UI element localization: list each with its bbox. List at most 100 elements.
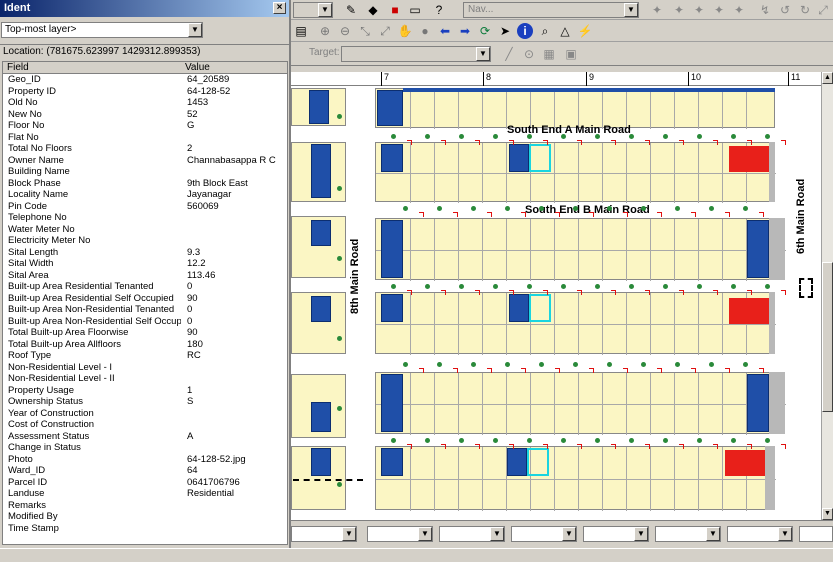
tree-icon[interactable] bbox=[505, 362, 510, 367]
scroll-thumb[interactable] bbox=[822, 262, 833, 412]
table-row[interactable]: New No 52 bbox=[3, 109, 287, 121]
tree-icon[interactable] bbox=[493, 134, 498, 139]
status-combo-6[interactable]: ▼ bbox=[655, 526, 721, 542]
parcel-blue[interactable] bbox=[747, 374, 769, 432]
table-row[interactable]: Locality Name Jayanagar bbox=[3, 189, 287, 201]
tree-icon[interactable] bbox=[459, 284, 464, 289]
status-combo-2[interactable]: ▼ bbox=[367, 526, 433, 542]
tree-icon[interactable] bbox=[391, 438, 396, 443]
parcel-blue[interactable] bbox=[311, 402, 331, 432]
table-row[interactable]: Sital Area 113.46 bbox=[3, 270, 287, 282]
table-row[interactable]: Landuse Residential bbox=[3, 488, 287, 500]
flag-icon[interactable] bbox=[453, 368, 458, 373]
chevron-down-icon[interactable]: ▼ bbox=[562, 527, 576, 541]
tree-icon[interactable] bbox=[505, 206, 510, 211]
flag-icon[interactable] bbox=[441, 140, 446, 145]
tree-icon[interactable] bbox=[337, 482, 342, 487]
tree-icon[interactable] bbox=[403, 206, 408, 211]
sketch-properties-icon[interactable]: ▣ bbox=[563, 46, 579, 62]
table-row[interactable]: Time Stamp bbox=[3, 523, 287, 535]
parcel-blue[interactable] bbox=[509, 294, 529, 322]
back-icon[interactable]: ⬅ bbox=[437, 23, 453, 39]
parcel-blue[interactable] bbox=[509, 144, 529, 172]
fixed-zoom-in-icon[interactable]: ⤡ bbox=[357, 23, 373, 39]
chevron-down-icon[interactable]: ▼ bbox=[706, 527, 720, 541]
table-row[interactable]: Total No Floors 2 bbox=[3, 143, 287, 155]
tool-icon-7[interactable]: ↺ bbox=[777, 2, 793, 18]
tree-icon[interactable] bbox=[675, 206, 680, 211]
status-combo-1[interactable]: ▼ bbox=[291, 526, 357, 542]
flag-icon[interactable] bbox=[419, 368, 424, 373]
flag-icon[interactable] bbox=[623, 212, 628, 217]
parcel-blue[interactable] bbox=[377, 90, 403, 126]
tree-icon[interactable] bbox=[641, 362, 646, 367]
tree-icon[interactable] bbox=[765, 438, 770, 443]
forward-icon[interactable]: ➡ bbox=[457, 23, 473, 39]
parcel-blue[interactable] bbox=[311, 448, 331, 476]
selected-parcel[interactable] bbox=[529, 294, 551, 322]
parcel-blue[interactable] bbox=[381, 374, 403, 432]
table-row[interactable]: Flat No bbox=[3, 132, 287, 144]
flag-icon[interactable] bbox=[543, 290, 548, 295]
tree-icon[interactable] bbox=[731, 438, 736, 443]
close-icon[interactable]: × bbox=[273, 2, 286, 14]
flag-icon[interactable] bbox=[577, 140, 582, 145]
tree-icon[interactable] bbox=[629, 438, 634, 443]
tree-icon[interactable] bbox=[561, 284, 566, 289]
tree-icon[interactable] bbox=[629, 134, 634, 139]
parcel-block[interactable] bbox=[375, 218, 786, 281]
table-row[interactable]: Ownership Status S bbox=[3, 396, 287, 408]
tree-icon[interactable] bbox=[527, 284, 532, 289]
parcel-block[interactable] bbox=[375, 372, 786, 435]
tree-icon[interactable] bbox=[709, 362, 714, 367]
flag-icon[interactable] bbox=[543, 444, 548, 449]
tree-icon[interactable] bbox=[527, 134, 532, 139]
chevron-down-icon[interactable]: ▼ bbox=[490, 527, 504, 541]
flag-icon[interactable] bbox=[419, 212, 424, 217]
tree-icon[interactable] bbox=[663, 134, 668, 139]
tree-icon[interactable] bbox=[573, 206, 578, 211]
tree-icon[interactable] bbox=[697, 438, 702, 443]
flag-icon[interactable] bbox=[441, 290, 446, 295]
table-row[interactable]: Non-Residential Level - I bbox=[3, 362, 287, 374]
table-row[interactable]: Old No 1453 bbox=[3, 97, 287, 109]
tree-icon[interactable] bbox=[391, 134, 396, 139]
status-combo-3[interactable]: ▼ bbox=[439, 526, 505, 542]
table-row[interactable]: Water Meter No bbox=[3, 224, 287, 236]
parcel-blue[interactable] bbox=[309, 90, 329, 124]
table-row[interactable]: Built-up Area Residential Tenanted 0 bbox=[3, 281, 287, 293]
flag-icon[interactable] bbox=[577, 444, 582, 449]
flag-icon[interactable] bbox=[679, 290, 684, 295]
tree-icon[interactable] bbox=[425, 438, 430, 443]
table-row[interactable]: Change in Status bbox=[3, 442, 287, 454]
flag-icon[interactable] bbox=[441, 444, 446, 449]
table-row[interactable]: Floor No G bbox=[3, 120, 287, 132]
parcel-blue[interactable] bbox=[381, 220, 403, 278]
flag-icon[interactable] bbox=[611, 140, 616, 145]
database-icon[interactable]: ■ bbox=[387, 2, 403, 18]
table-row[interactable]: Roof Type RC bbox=[3, 350, 287, 362]
table-row[interactable]: Pin Code 560069 bbox=[3, 201, 287, 213]
flag-icon[interactable] bbox=[781, 444, 786, 449]
flag-icon[interactable] bbox=[691, 212, 696, 217]
tool-icon-1[interactable]: ✦ bbox=[649, 2, 665, 18]
parcel-block[interactable] bbox=[375, 446, 776, 511]
tree-icon[interactable] bbox=[459, 438, 464, 443]
flag-icon[interactable] bbox=[475, 290, 480, 295]
selected-parcel[interactable] bbox=[529, 144, 551, 172]
flag-icon[interactable] bbox=[589, 212, 594, 217]
tree-icon[interactable] bbox=[425, 284, 430, 289]
parcel-blue[interactable] bbox=[381, 448, 403, 476]
flag-icon[interactable] bbox=[509, 444, 514, 449]
flag-icon[interactable] bbox=[713, 290, 718, 295]
hyperlink-icon[interactable]: ⚡ bbox=[577, 23, 593, 39]
tree-icon[interactable] bbox=[697, 134, 702, 139]
flag-icon[interactable] bbox=[747, 444, 752, 449]
table-row[interactable]: Ward_ID 64 bbox=[3, 465, 287, 477]
tree-icon[interactable] bbox=[607, 206, 612, 211]
table-row[interactable]: Sital Width 12.2 bbox=[3, 258, 287, 270]
scroll-up-icon[interactable]: ▲ bbox=[822, 72, 833, 84]
tree-icon[interactable] bbox=[595, 438, 600, 443]
flag-icon[interactable] bbox=[487, 212, 492, 217]
edit-tool-icon[interactable]: ╱ bbox=[501, 46, 517, 62]
